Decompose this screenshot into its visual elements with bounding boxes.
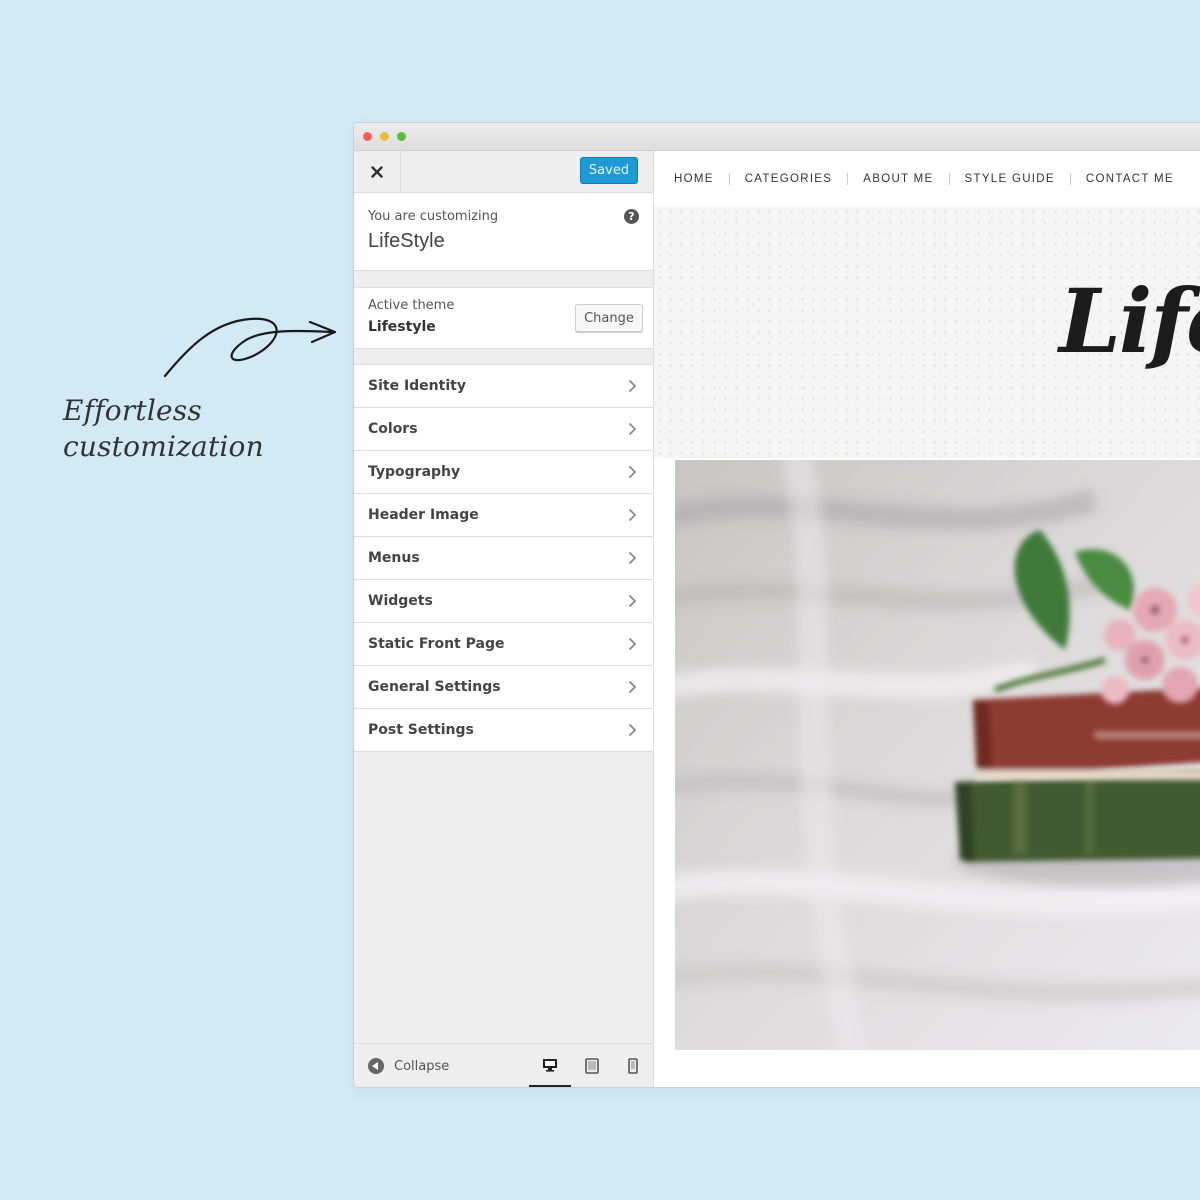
- chevron-right-icon: [628, 465, 637, 479]
- section-label: Typography: [368, 464, 461, 480]
- section-label: Header Image: [368, 507, 479, 523]
- window-titlebar: [354, 123, 1200, 151]
- nav-style-guide[interactable]: STYLE GUIDE: [948, 172, 1070, 185]
- tagline-line-1: Effortless: [63, 394, 202, 427]
- section-header-image[interactable]: Header Image: [354, 494, 653, 537]
- site-preview: HOME CATEGORIES ABOUT ME STYLE GUIDE CON…: [654, 151, 1200, 1087]
- tagline: Effortless customization: [63, 393, 264, 465]
- saved-button[interactable]: Saved: [580, 157, 638, 184]
- close-icon: [371, 165, 383, 178]
- help-icon[interactable]: ?: [624, 209, 639, 224]
- customizing-label: You are customizing: [368, 209, 499, 224]
- section-label: Post Settings: [368, 722, 474, 738]
- active-theme-label: Active theme: [368, 298, 455, 313]
- tagline-line-2: customization: [63, 430, 264, 463]
- featured-photo-illustration: [675, 460, 1200, 1050]
- browser-window: Saved You are customizing LifeStyle ? Ac…: [354, 123, 1200, 1087]
- nav-contact-me[interactable]: CONTACT ME: [1069, 172, 1189, 185]
- window-maximize-dot[interactable]: [397, 132, 406, 141]
- section-menus[interactable]: Menus: [354, 537, 653, 580]
- customizer-sections: Site Identity Colors Typography Header I…: [354, 364, 653, 752]
- chevron-right-icon: [628, 594, 637, 608]
- section-general-settings[interactable]: General Settings: [354, 666, 653, 709]
- section-label: Static Front Page: [368, 636, 505, 652]
- chevron-right-icon: [628, 551, 637, 565]
- chevron-right-icon: [628, 379, 637, 393]
- section-label: General Settings: [368, 679, 501, 695]
- section-typography[interactable]: Typography: [354, 451, 653, 494]
- section-static-front-page[interactable]: Static Front Page: [354, 623, 653, 666]
- desktop-icon: [543, 1058, 557, 1072]
- section-post-settings[interactable]: Post Settings: [354, 709, 653, 752]
- nav-home[interactable]: HOME: [674, 173, 729, 185]
- customizer-sidebar: Saved You are customizing LifeStyle ? Ac…: [354, 151, 654, 1087]
- window-minimize-dot[interactable]: [380, 132, 389, 141]
- chevron-right-icon: [628, 422, 637, 436]
- preview-desktop-button[interactable]: [529, 1044, 571, 1087]
- featured-image[interactable]: [675, 460, 1200, 1050]
- section-colors[interactable]: Colors: [354, 408, 653, 451]
- chevron-right-icon: [628, 508, 637, 522]
- window-close-dot[interactable]: [363, 132, 372, 141]
- preview-tablet-button[interactable]: [571, 1044, 613, 1087]
- collapse-label: Collapse: [394, 1058, 450, 1074]
- nav-categories[interactable]: CATEGORIES: [728, 172, 848, 185]
- active-theme-name: Lifestyle: [368, 319, 436, 335]
- section-label: Widgets: [368, 593, 433, 609]
- customizing-info: You are customizing LifeStyle ?: [354, 193, 653, 271]
- collapse-arrow-icon: [368, 1058, 384, 1074]
- chevron-right-icon: [628, 723, 637, 737]
- chevron-right-icon: [628, 680, 637, 694]
- close-customizer-button[interactable]: [354, 151, 401, 192]
- mobile-icon: [628, 1057, 638, 1074]
- section-widgets[interactable]: Widgets: [354, 580, 653, 623]
- active-theme-panel: Active theme Lifestyle Change: [354, 287, 653, 349]
- site-title: LifeStyle: [368, 230, 445, 252]
- customizer-footer: Collapse: [354, 1043, 653, 1087]
- collapse-button[interactable]: Collapse: [368, 1058, 449, 1074]
- section-label: Colors: [368, 421, 418, 437]
- chevron-right-icon: [628, 637, 637, 651]
- change-theme-button[interactable]: Change: [575, 304, 643, 332]
- section-label: Menus: [368, 550, 420, 566]
- section-site-identity[interactable]: Site Identity: [354, 365, 653, 408]
- customizer-header: Saved: [354, 151, 653, 193]
- nav-about-me[interactable]: ABOUT ME: [847, 172, 948, 185]
- tablet-icon: [585, 1057, 599, 1074]
- section-label: Site Identity: [368, 378, 466, 394]
- site-logo[interactable]: Lifesty: [1059, 269, 1200, 373]
- arrow-icon: [163, 317, 337, 378]
- preview-mobile-button[interactable]: [612, 1044, 654, 1087]
- site-nav: HOME CATEGORIES ABOUT ME STYLE GUIDE CON…: [654, 151, 1200, 206]
